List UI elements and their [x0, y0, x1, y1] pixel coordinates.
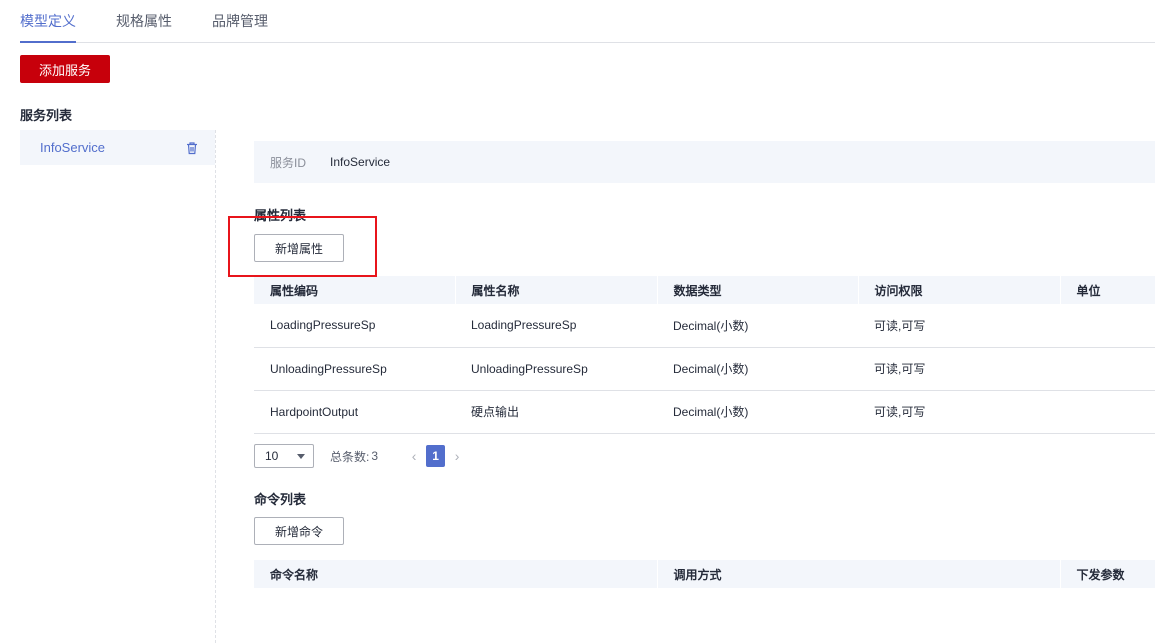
property-access: 可读,可写 [858, 390, 1060, 434]
column-header: 访问权限 [858, 276, 1061, 304]
page-size-select[interactable]: 10 [254, 444, 314, 468]
pagination: 10 总条数: 3 ‹ 1 › [254, 444, 469, 468]
service-name: InfoService [40, 140, 106, 155]
property-name: 硬点输出 [455, 390, 657, 434]
service-detail: 服务ID InfoService 属性列表 新增属性 属性编码 属性名称 数据类… [254, 0, 1155, 643]
column-header: 属性名称 [455, 276, 658, 304]
add-service-button[interactable]: 添加服务 [20, 55, 110, 83]
property-type: Decimal(小数) [657, 390, 858, 434]
service-id-panel: 服务ID InfoService [254, 141, 1155, 183]
property-table: 属性编码 属性名称 数据类型 访问权限 单位 LoadingPressureSp… [254, 276, 1155, 434]
column-header: 属性编码 [254, 276, 456, 304]
property-name: LoadingPressureSp [455, 304, 657, 348]
column-header: 数据类型 [657, 276, 859, 304]
table-row[interactable]: UnloadingPressureSp UnloadingPressureSp … [254, 347, 1155, 391]
property-name: UnloadingPressureSp [455, 347, 657, 391]
service-list-item[interactable]: InfoService [20, 130, 215, 165]
service-id-label: 服务ID [270, 155, 307, 170]
service-list-title: 服务列表 [20, 108, 73, 123]
column-header: 调用方式 [657, 560, 1061, 588]
total-count-label: 总条数: [330, 449, 370, 464]
property-access: 可读,可写 [858, 304, 1060, 348]
property-code: UnloadingPressureSp [254, 347, 455, 391]
highlight-frame [228, 216, 377, 277]
property-table-header: 属性编码 属性名称 数据类型 访问权限 单位 [254, 276, 1155, 304]
property-unit [1060, 390, 1155, 434]
trash-icon[interactable] [185, 141, 199, 155]
table-row[interactable]: LoadingPressureSp LoadingPressureSp Deci… [254, 304, 1155, 348]
property-unit [1060, 304, 1155, 348]
property-type: Decimal(小数) [657, 347, 858, 391]
table-row[interactable]: HardpointOutput 硬点输出 Decimal(小数) 可读,可写 [254, 390, 1155, 434]
tab-spec-attributes[interactable]: 规格属性 [116, 0, 172, 43]
property-code: HardpointOutput [254, 390, 455, 434]
property-type: Decimal(小数) [657, 304, 858, 348]
service-id-value: InfoService [330, 155, 391, 169]
next-page-icon[interactable]: › [445, 448, 469, 464]
command-table-header: 命令名称 调用方式 下发参数 [254, 560, 1155, 588]
prev-page-icon[interactable]: ‹ [402, 448, 426, 464]
page-size-value: 10 [265, 449, 279, 463]
column-header: 下发参数 [1060, 560, 1155, 588]
service-list: InfoService [20, 130, 216, 643]
tab-model-definition[interactable]: 模型定义 [20, 0, 76, 43]
property-code: LoadingPressureSp [254, 304, 455, 348]
total-count-value: 3 [371, 449, 379, 463]
property-unit [1060, 347, 1155, 391]
property-access: 可读,可写 [858, 347, 1060, 391]
command-table: 命令名称 调用方式 下发参数 [254, 560, 1155, 588]
command-list-title: 命令列表 [254, 492, 307, 507]
column-header: 命令名称 [254, 560, 658, 588]
add-command-button[interactable]: 新增命令 [254, 517, 344, 545]
page-number-current[interactable]: 1 [426, 445, 446, 467]
column-header: 单位 [1060, 276, 1155, 304]
chevron-down-icon [297, 453, 305, 459]
